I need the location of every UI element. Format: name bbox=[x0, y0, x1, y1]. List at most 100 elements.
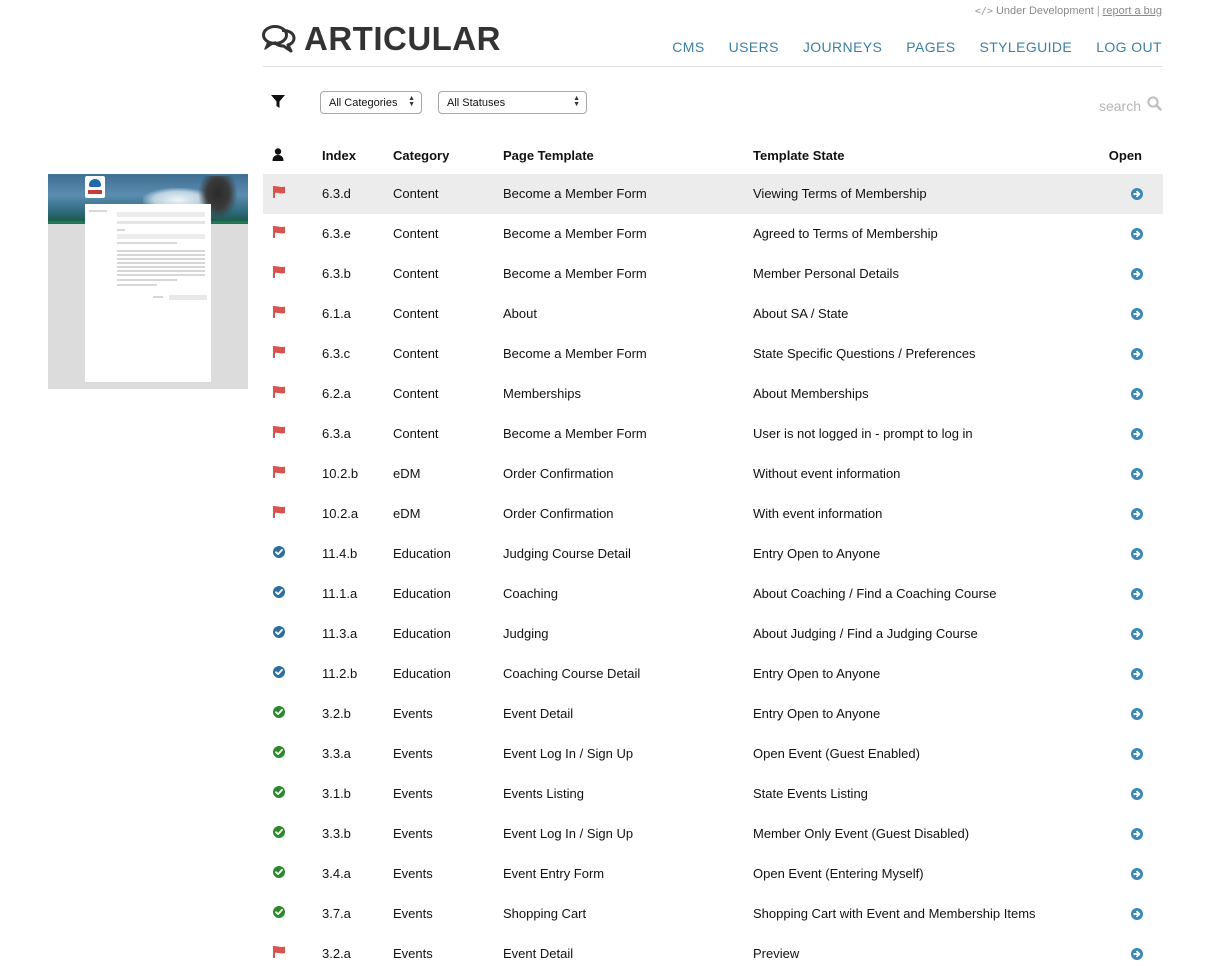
check-circle-blue-icon bbox=[273, 666, 286, 679]
thumbnail-page bbox=[85, 204, 211, 382]
nav-log-out[interactable]: LOG OUT bbox=[1096, 39, 1162, 55]
cell-category: Events bbox=[393, 826, 433, 841]
magnifier-icon[interactable] bbox=[1147, 96, 1162, 116]
nav-styleguide[interactable]: STYLEGUIDE bbox=[979, 39, 1072, 55]
status-select[interactable]: All Statuses ▲ ▼ bbox=[438, 91, 587, 114]
flag-icon bbox=[273, 506, 286, 519]
cell-category: Events bbox=[393, 866, 433, 881]
table-row[interactable]: 11.3.a Education Judging About Judging / Fi… bbox=[263, 614, 1163, 654]
cell-page-template: Event Entry Form bbox=[503, 866, 605, 881]
arrow-circle-right-icon[interactable] bbox=[1131, 388, 1143, 400]
arrow-circle-right-icon[interactable] bbox=[1131, 868, 1143, 880]
report-bug-link[interactable]: report a bug bbox=[1103, 5, 1162, 17]
table-row[interactable]: 6.3.b Content Become a Member Form Member P… bbox=[263, 254, 1163, 294]
cell-template-state: Entry Open to Anyone bbox=[753, 666, 881, 681]
flag-icon bbox=[273, 306, 286, 319]
cell-page-template: Event Detail bbox=[503, 946, 574, 961]
arrow-circle-right-icon[interactable] bbox=[1131, 228, 1143, 240]
cell-category: Content bbox=[393, 266, 439, 281]
header-category[interactable]: Category bbox=[393, 148, 449, 163]
table-row[interactable]: 11.2.b Education Coaching Course Detail Ent… bbox=[263, 654, 1163, 694]
table-row[interactable]: 6.3.e Content Become a Member Form Agreed t… bbox=[263, 214, 1163, 254]
cell-page-template: Event Detail bbox=[503, 706, 574, 721]
cell-page-template: Judging Course Detail bbox=[503, 546, 631, 561]
arrow-circle-right-icon[interactable] bbox=[1131, 668, 1143, 680]
table-row[interactable]: 3.1.b Events Events Listing State Events Li… bbox=[263, 774, 1163, 814]
flag-icon bbox=[273, 186, 286, 199]
arrow-circle-right-icon[interactable] bbox=[1131, 428, 1143, 440]
table-row[interactable]: 6.3.d Content Become a Member Form Viewing … bbox=[263, 174, 1163, 214]
dev-status-bar: </> Under Development | report a bug bbox=[975, 5, 1162, 17]
table-row[interactable]: 10.2.a eDM Order Confirmation With event in… bbox=[263, 494, 1163, 534]
table-row[interactable]: 11.4.b Education Judging Course Detail Entr… bbox=[263, 534, 1163, 574]
arrow-circle-right-icon[interactable] bbox=[1131, 588, 1143, 600]
cell-template-state: State Specific Questions / Preferences bbox=[753, 346, 976, 361]
arrow-circle-right-icon[interactable] bbox=[1131, 268, 1143, 280]
arrow-circle-right-icon[interactable] bbox=[1131, 508, 1143, 520]
cell-page-template: Become a Member Form bbox=[503, 426, 647, 441]
cell-page-template: Shopping Cart bbox=[503, 906, 587, 921]
nav-journeys[interactable]: JOURNEYS bbox=[803, 39, 882, 55]
arrow-circle-right-icon[interactable] bbox=[1131, 788, 1143, 800]
arrow-circle-right-icon[interactable] bbox=[1131, 748, 1143, 760]
nav-users[interactable]: USERS bbox=[729, 39, 779, 55]
arrow-circle-right-icon[interactable] bbox=[1131, 948, 1143, 960]
table-row[interactable]: 6.1.a Content About About SA / State bbox=[263, 294, 1163, 334]
cell-template-state: Member Personal Details bbox=[753, 266, 899, 281]
arrow-circle-right-icon[interactable] bbox=[1131, 308, 1143, 320]
table-row[interactable]: 6.2.a Content Memberships About Memberships bbox=[263, 374, 1163, 414]
table-row[interactable]: 6.3.c Content Become a Member Form State Sp… bbox=[263, 334, 1163, 374]
check-circle-green-icon bbox=[273, 906, 286, 919]
table-row[interactable]: 3.7.a Events Shopping Cart Shopping Cart wi… bbox=[263, 894, 1163, 934]
table-row[interactable]: 3.4.a Events Event Entry Form Open Event (E… bbox=[263, 854, 1163, 894]
table-row[interactable]: 11.1.a Education Coaching About Coaching / … bbox=[263, 574, 1163, 614]
separator: | bbox=[1096, 5, 1100, 17]
arrow-circle-right-icon[interactable] bbox=[1131, 468, 1143, 480]
arrow-circle-right-icon[interactable] bbox=[1131, 708, 1143, 720]
table-row[interactable]: 10.2.b eDM Order Confirmation Without event… bbox=[263, 454, 1163, 494]
cell-category: Events bbox=[393, 746, 433, 761]
table-row[interactable]: 3.2.b Events Event Detail Entry Open to Any… bbox=[263, 694, 1163, 734]
cell-page-template: Coaching Course Detail bbox=[503, 666, 641, 681]
cell-template-state: About Coaching / Find a Coaching Course bbox=[753, 586, 997, 601]
arrow-circle-right-icon[interactable] bbox=[1131, 828, 1143, 840]
nav-cms[interactable]: CMS bbox=[672, 39, 704, 55]
check-circle-blue-icon bbox=[273, 546, 286, 559]
cell-category: Events bbox=[393, 706, 433, 721]
cell-template-state: Preview bbox=[753, 946, 800, 961]
cell-template-state: Member Only Event (Guest Disabled) bbox=[753, 826, 970, 841]
cell-page-template: Become a Member Form bbox=[503, 186, 647, 201]
header-index[interactable]: Index bbox=[322, 148, 356, 163]
search-input[interactable]: search bbox=[1099, 96, 1162, 116]
table-row[interactable]: 3.2.a Events Event Detail Preview bbox=[263, 934, 1163, 974]
arrow-circle-right-icon[interactable] bbox=[1131, 348, 1143, 360]
person-icon bbox=[272, 148, 284, 164]
select-arrows-icon: ▲ ▼ bbox=[408, 95, 415, 108]
header-page-template[interactable]: Page Template bbox=[503, 148, 594, 163]
app-logo[interactable]: ARTICULAR bbox=[262, 20, 501, 58]
cell-page-template: Become a Member Form bbox=[503, 346, 647, 361]
arrow-circle-right-icon[interactable] bbox=[1131, 908, 1143, 920]
cell-template-state: About SA / State bbox=[753, 306, 849, 321]
speech-bubbles-icon bbox=[262, 24, 296, 54]
search-placeholder: search bbox=[1098, 98, 1141, 114]
header-template-state[interactable]: Template State bbox=[753, 148, 845, 163]
table-row[interactable]: 6.3.a Content Become a Member Form User is … bbox=[263, 414, 1163, 454]
table-row[interactable]: 3.3.a Events Event Log In / Sign Up Open Ev… bbox=[263, 734, 1163, 774]
page-thumbnail[interactable] bbox=[48, 174, 248, 389]
cell-index: 6.3.a bbox=[322, 426, 351, 441]
filter-icon[interactable] bbox=[271, 95, 285, 114]
cell-category: Content bbox=[393, 226, 439, 241]
arrow-circle-right-icon[interactable] bbox=[1131, 628, 1143, 640]
arrow-circle-right-icon[interactable] bbox=[1131, 188, 1143, 200]
header-open: Open bbox=[1108, 148, 1142, 163]
flag-icon bbox=[273, 226, 286, 239]
cell-index: 6.3.c bbox=[322, 346, 351, 361]
table-row[interactable]: 3.3.b Events Event Log In / Sign Up Member … bbox=[263, 814, 1163, 854]
cell-category: Education bbox=[393, 666, 451, 681]
cell-page-template: Coaching bbox=[503, 586, 558, 601]
nav-pages[interactable]: PAGES bbox=[906, 39, 955, 55]
category-select[interactable]: All Categories ▲ ▼ bbox=[320, 91, 422, 114]
cell-page-template: Order Confirmation bbox=[503, 466, 614, 481]
arrow-circle-right-icon[interactable] bbox=[1131, 548, 1143, 560]
